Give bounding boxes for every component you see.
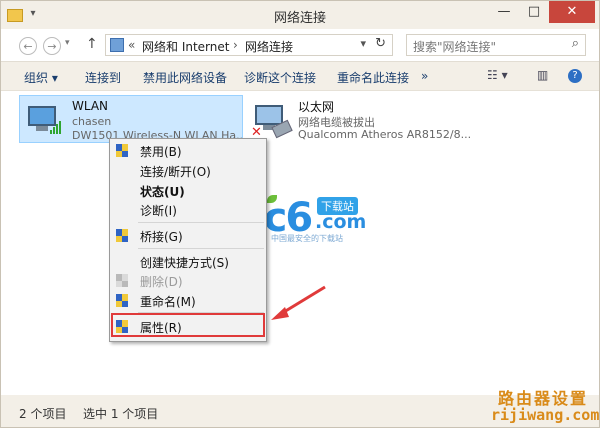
breadcrumb-network-internet[interactable]: 网络和 Internet — [142, 38, 229, 55]
menu-item-status[interactable]: 状态(U) — [140, 183, 185, 200]
uac-shield-icon — [116, 229, 129, 243]
breadcrumb-chevrons[interactable]: « — [128, 38, 135, 52]
properties-highlight-annotation — [111, 313, 265, 337]
context-menu: 禁用(B) 连接/断开(O) 状态(U) 诊断(I) 桥接(G) 创建快捷方式(… — [109, 138, 267, 342]
more-commands-button[interactable]: » — [421, 69, 428, 83]
navigation-bar: ← → ▾ ↑ « 网络和 Internet › 网络连接 ▾ ↻ 搜索"网络连… — [1, 29, 599, 62]
disable-device-button[interactable]: 禁用此网络设备 — [143, 69, 227, 86]
wlan-user: chasen — [72, 115, 112, 128]
menu-separator — [138, 248, 264, 249]
router-watermark-url: rijiwang.com — [491, 406, 600, 424]
search-placeholder: 搜索"网络连接" — [413, 40, 497, 54]
diagnose-button[interactable]: 诊断这个连接 — [244, 69, 316, 86]
up-button[interactable]: ↑ — [86, 36, 98, 52]
control-panel-icon — [110, 38, 124, 52]
connection-wlan[interactable]: WLAN chasen DW1501 Wireless-N WLAN Ha... — [19, 95, 243, 143]
menu-item-delete: 删除(D) — [140, 275, 183, 289]
menu-item-disable[interactable]: 禁用(B) — [140, 143, 182, 160]
connection-ethernet[interactable]: ✕ 以太网 网络电缆被拔出 Qualcomm Atheros AR8152/8.… — [251, 95, 481, 143]
ethernet-name: 以太网 — [298, 100, 335, 114]
menu-item-rename[interactable]: 重命名(M) — [140, 293, 196, 310]
back-button[interactable]: ← — [19, 37, 37, 55]
menu-separator — [138, 222, 264, 223]
refresh-button[interactable]: ↻ — [375, 36, 386, 51]
search-icon[interactable]: ⌕ — [572, 36, 579, 51]
uac-shield-icon — [116, 294, 129, 308]
pc6-com: .com — [315, 211, 367, 233]
breadcrumb-separator: › — [233, 38, 238, 52]
menu-item-connect[interactable]: 连接/断开(O) — [140, 163, 211, 180]
forward-button[interactable]: → — [43, 37, 61, 55]
selected-count: 选中 1 个项目 — [83, 407, 159, 421]
uac-shield-icon — [116, 144, 129, 158]
menu-item-bridge[interactable]: 桥接(G) — [140, 228, 183, 245]
minimize-button[interactable]: — — [489, 1, 519, 23]
explorer-window: ▾ 网络连接 — □ ✕ ← → ▾ ↑ « 网络和 Internet › 网络… — [0, 0, 600, 428]
pc6-tagline: 中国最安全的下载站 — [271, 234, 343, 243]
address-dropdown-icon[interactable]: ▾ — [360, 37, 366, 50]
help-icon[interactable]: ? — [568, 69, 582, 83]
change-view-icon[interactable]: ☷ ▾ — [487, 68, 508, 82]
item-count: 2 个项目 — [19, 407, 67, 421]
command-bar: 组织 ▾ 连接到 禁用此网络设备 诊断这个连接 重命名此连接 » ☷ ▾ ▥ ? — [1, 62, 599, 91]
maximize-button[interactable]: □ — [519, 1, 549, 23]
menu-item-diagnose[interactable]: 诊断(I) — [140, 202, 177, 219]
wlan-name: WLAN — [72, 99, 109, 113]
recent-locations-icon[interactable]: ▾ — [65, 38, 70, 48]
preview-pane-icon[interactable]: ▥ — [537, 68, 548, 82]
address-bar[interactable]: « 网络和 Internet › 网络连接 ▾ ↻ — [105, 34, 393, 56]
annotation-arrow-icon — [271, 285, 326, 320]
menu-item-create-shortcut[interactable]: 创建快捷方式(S) — [140, 254, 229, 271]
breadcrumb-network-connections[interactable]: 网络连接 — [245, 38, 293, 55]
uac-shield-icon — [116, 274, 129, 288]
close-button[interactable]: ✕ — [549, 1, 595, 23]
title-bar[interactable]: ▾ 网络连接 — □ ✕ — [1, 1, 599, 29]
search-box[interactable]: 搜索"网络连接" ⌕ — [406, 34, 586, 56]
rename-button[interactable]: 重命名此连接 — [337, 69, 409, 86]
organize-button[interactable]: 组织 ▾ — [24, 69, 58, 86]
ethernet-adapter: Qualcomm Atheros AR8152/8... — [298, 128, 472, 141]
wlan-adapter-icon — [26, 104, 61, 134]
connect-to-button[interactable]: 连接到 — [85, 69, 121, 86]
